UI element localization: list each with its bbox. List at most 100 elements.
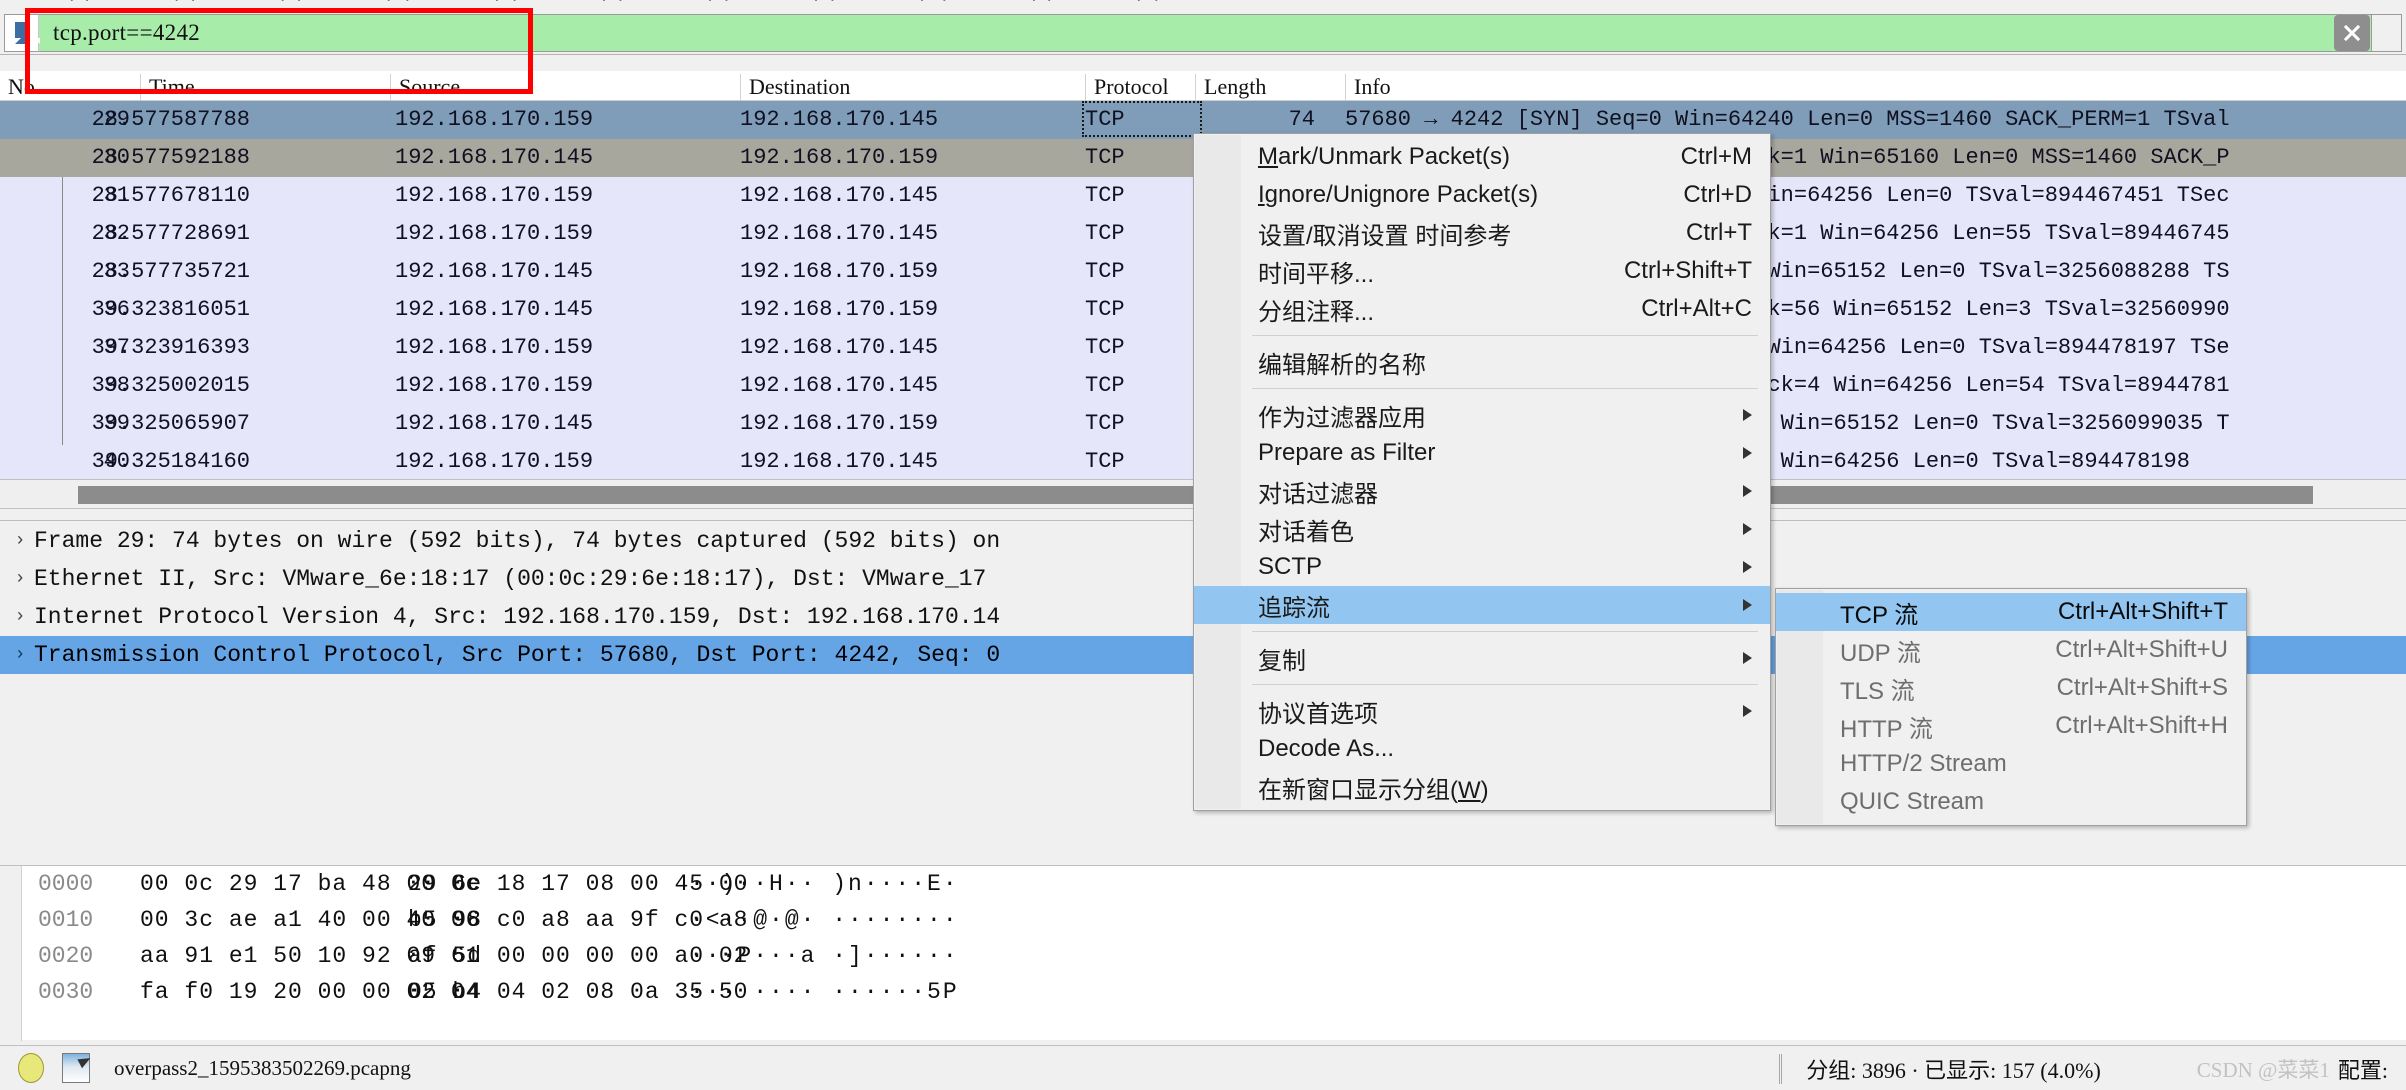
context-menu-item[interactable]: 在新窗口显示分组(W)	[1194, 768, 1770, 806]
status-bar: overpass2_1595383502269.pcapng 分组: 3896 …	[0, 1045, 2406, 1090]
column-header-source[interactable]: Source	[390, 74, 740, 100]
detail-row-label: Ethernet II, Src: VMware_6e:18:17 (00:0c…	[34, 560, 986, 598]
context-menu-item[interactable]: Ignore/Unignore Packet(s)Ctrl+D	[1194, 176, 1770, 214]
context-menu-item[interactable]: Mark/Unmark Packet(s)Ctrl+M	[1194, 138, 1770, 176]
packet-time: 28.577592188	[0, 139, 250, 177]
context-menu-item[interactable]: 分组注释...Ctrl+Alt+C	[1194, 290, 1770, 328]
filter-bookmark-button[interactable]	[4, 14, 38, 52]
menu-separator	[1252, 684, 1758, 685]
chevron-right-icon[interactable]: ›	[6, 636, 34, 674]
display-filter-input[interactable]: tcp.port==4242	[38, 14, 2372, 52]
submenu-item: UDP 流Ctrl+Alt+Shift+U	[1776, 631, 2246, 669]
submenu-item: HTTP/2 Stream	[1776, 745, 2246, 783]
context-menu-item[interactable]: 追踪流	[1194, 586, 1770, 624]
context-menu-item-shortcut: Ctrl+Shift+T	[1624, 257, 1752, 285]
context-menu-item[interactable]: 对话着色	[1194, 510, 1770, 548]
packet-destination: 192.168.170.159	[740, 291, 938, 329]
packet-destination: 192.168.170.145	[740, 101, 938, 139]
packet-source: 192.168.170.159	[395, 215, 593, 253]
submenu-arrow-icon	[1743, 652, 1752, 664]
filter-dropdown-button[interactable]	[2372, 14, 2402, 52]
follow-stream-submenu[interactable]: TCP 流 Ctrl+Alt+Shift+T UDP 流Ctrl+Alt+Shift…	[1775, 588, 2247, 826]
packet-protocol: TCP	[1085, 405, 1125, 443]
context-menu-item-label: Decode As...	[1258, 735, 1752, 763]
watermark-text: CSDN @菜菜1	[2197, 1054, 2330, 1084]
hex-offset: 0030	[38, 974, 93, 1010]
packet-time: 28.577728691	[0, 215, 250, 253]
context-menu-item[interactable]: Decode As...	[1194, 730, 1770, 768]
submenu-arrow-icon	[1743, 447, 1752, 459]
hex-row[interactable]: 0030fa f0 19 20 00 00 02 0405 b4 04 02 0…	[0, 974, 2406, 1010]
column-header-no[interactable]: No.	[0, 74, 140, 100]
packet-source: 192.168.170.159	[395, 329, 593, 367]
context-menu-item-shortcut: Ctrl+M	[1681, 143, 1752, 171]
column-header-time[interactable]: Time	[140, 74, 390, 100]
focused-cell-outline	[1082, 101, 1202, 137]
packet-protocol: TCP	[1085, 291, 1125, 329]
status-divider	[1779, 1054, 1782, 1084]
chevron-right-icon[interactable]: ›	[6, 598, 34, 636]
hex-offset: 0020	[38, 938, 93, 974]
capture-status-led-icon[interactable]	[18, 1053, 44, 1083]
packet-protocol: TCP	[1085, 329, 1125, 367]
chevron-right-icon[interactable]: ›	[6, 522, 34, 560]
packet-list-header: No.TimeSourceDestinationProtocolLengthIn…	[0, 71, 2406, 101]
hex-offset: 0010	[38, 902, 93, 938]
packet-time: 39.325065907	[0, 405, 250, 443]
display-filter-toolbar: tcp.port==4242	[0, 11, 2406, 55]
detail-row-label: Frame 29: 74 bytes on wire (592 bits), 7…	[34, 522, 1000, 560]
column-header-info[interactable]: Info	[1345, 74, 2345, 100]
bookmark-icon	[15, 22, 28, 44]
packet-time: 39.325184160	[0, 443, 250, 479]
status-right-group: 分组: 3896 · 已显示: 157 (4.0%) CSDN @菜菜1 配置:	[1755, 1046, 2406, 1090]
hex-ascii: ··· ···· ······5P	[690, 974, 959, 1010]
menu-separator	[1252, 388, 1758, 389]
context-menu-item[interactable]: 作为过滤器应用	[1194, 396, 1770, 434]
context-menu-item-shortcut: Ctrl+D	[1683, 181, 1752, 209]
hex-row[interactable]: 0020aa 91 e1 50 10 92 09 61af 5d 00 00 0…	[0, 938, 2406, 974]
hex-row[interactable]: 001000 3c ae a1 40 00 40 06b5 98 c0 a8 a…	[0, 902, 2406, 938]
chevron-right-icon[interactable]: ›	[6, 560, 34, 598]
capture-file-icon[interactable]	[62, 1053, 90, 1083]
context-menu-item[interactable]: 对话过滤器	[1194, 472, 1770, 510]
packet-destination: 192.168.170.145	[740, 443, 938, 479]
hex-row[interactable]: 000000 0c 29 17 ba 48 00 0c29 6e 18 17 0…	[0, 866, 2406, 902]
submenu-item-label: HTTP/2 Stream	[1840, 750, 2228, 778]
packet-destination: 192.168.170.159	[740, 253, 938, 291]
packet-source: 192.168.170.159	[395, 177, 593, 215]
context-menu-item-label: 追踪流	[1258, 588, 1723, 623]
status-profile[interactable]: 配置:	[2338, 1053, 2388, 1085]
submenu-item-label: UDP 流	[1840, 633, 2025, 668]
packet-destination: 192.168.170.159	[740, 405, 938, 443]
context-menu-item[interactable]: 协议首选项	[1194, 692, 1770, 730]
submenu-item-label: TCP 流	[1840, 595, 2028, 630]
context-menu-item[interactable]: 编辑解析的名称	[1194, 343, 1770, 381]
context-menu-item-label: 在新窗口显示分组(W)	[1258, 770, 1752, 805]
context-menu-item-shortcut: Ctrl+T	[1686, 219, 1752, 247]
clear-filter-icon[interactable]	[2334, 15, 2370, 51]
column-header-length[interactable]: Length	[1195, 74, 1345, 100]
packet-source: 192.168.170.159	[395, 443, 593, 479]
context-menu-item[interactable]: SCTP	[1194, 548, 1770, 586]
menu-bar: 文件(F)编辑(E)视图(V)跳转(G)捕获(C)分析(A)统计(S)电话(Y)…	[0, 0, 2406, 11]
packet-context-menu[interactable]: Mark/Unmark Packet(s)Ctrl+MIgnore/Unigno…	[1193, 133, 1771, 811]
context-menu-item[interactable]: 复制	[1194, 639, 1770, 677]
submenu-item-shortcut: Ctrl+Alt+Shift+T	[2058, 598, 2228, 626]
column-header-protocol[interactable]: Protocol	[1085, 74, 1195, 100]
context-menu-item[interactable]: Prepare as Filter	[1194, 434, 1770, 472]
submenu-item[interactable]: TCP 流 Ctrl+Alt+Shift+T	[1776, 593, 2246, 631]
packet-destination: 192.168.170.145	[740, 329, 938, 367]
context-menu-item-label: 作为过滤器应用	[1258, 398, 1723, 433]
packet-destination: 192.168.170.145	[740, 215, 938, 253]
submenu-arrow-icon	[1743, 409, 1752, 421]
packet-time: 28.577678110	[0, 177, 250, 215]
packet-bytes-pane[interactable]: 000000 0c 29 17 ba 48 00 0c29 6e 18 17 0…	[0, 865, 2406, 1040]
context-menu-item[interactable]: 时间平移...Ctrl+Shift+T	[1194, 252, 1770, 290]
column-header-destination[interactable]: Destination	[740, 74, 1085, 100]
context-menu-item[interactable]: 设置/取消设置 时间参考Ctrl+T	[1194, 214, 1770, 252]
submenu-arrow-icon	[1743, 599, 1752, 611]
submenu-item: HTTP 流Ctrl+Alt+Shift+H	[1776, 707, 2246, 745]
packet-time: 39.323916393	[0, 329, 250, 367]
packet-time: 28.577587788	[0, 101, 250, 139]
status-filename: overpass2_1595383502269.pcapng	[114, 1056, 411, 1081]
